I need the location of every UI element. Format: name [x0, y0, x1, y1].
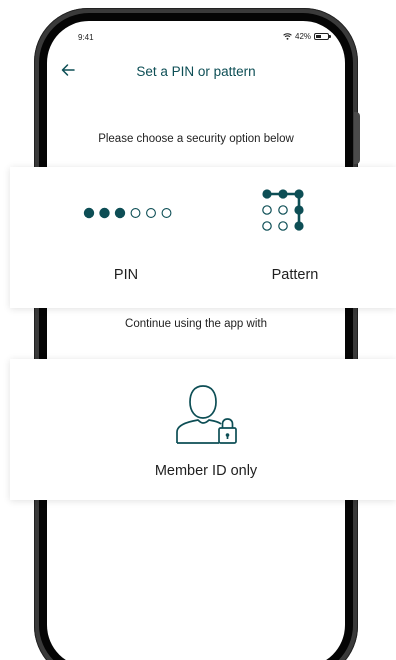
pin-dot-empty — [146, 208, 156, 218]
pin-dot-filled — [114, 207, 126, 219]
wifi-icon — [283, 33, 292, 40]
pattern-grid-icon — [262, 189, 304, 231]
member-id-card: Member ID only — [10, 359, 396, 500]
pin-option[interactable]: PIN — [10, 167, 203, 308]
status-time: 9:41 — [78, 33, 94, 42]
pin-dot-empty — [130, 208, 141, 218]
battery-icon — [314, 33, 332, 40]
member-id-label: Member ID only — [154, 463, 258, 479]
security-option-prompt: Please choose a security option below — [98, 133, 294, 145]
page-title: Set a PIN or pattern — [136, 64, 256, 79]
pin-dot-empty — [161, 208, 172, 218]
pin-dots-icon — [83, 207, 172, 219]
security-options-card: PIN Pattern — [10, 167, 396, 308]
app-screen: 9:41 42% Set a PIN or pattern Please cho… — [0, 0, 396, 660]
member-id-only-option[interactable]: Member ID only — [10, 359, 396, 500]
person-lock-icon — [176, 385, 237, 444]
pattern-label: Pattern — [271, 267, 319, 283]
pin-dot-filled — [83, 207, 95, 219]
battery-level — [316, 35, 321, 38]
pin-dot-filled — [99, 207, 110, 219]
battery-percentage: 42% — [295, 32, 312, 41]
phone-screen — [47, 21, 345, 660]
continue-text: Continue using the app with — [125, 318, 267, 330]
status-indicators: 42% — [283, 32, 332, 41]
pattern-option[interactable]: Pattern — [203, 167, 396, 308]
